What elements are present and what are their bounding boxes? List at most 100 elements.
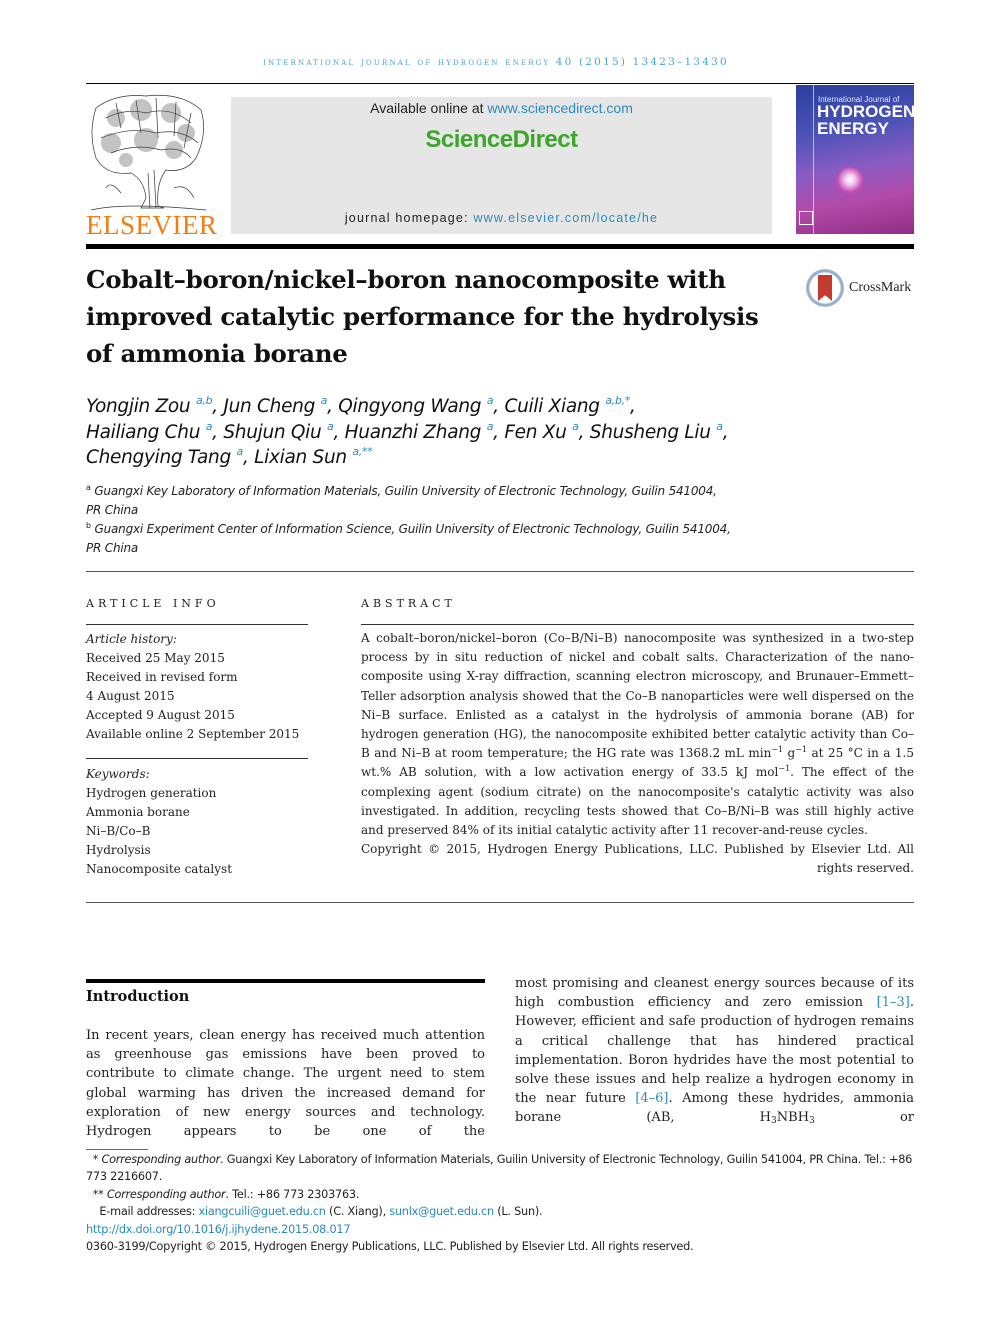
- title-line: Cobalt–boron/nickel–boron nanocomposite …: [86, 265, 726, 294]
- abstract-copyright: Copyright © 2015, Hydrogen Energy Public…: [361, 842, 914, 876]
- abstract-rule: [361, 624, 914, 625]
- footnote-corresponding-2: ** Corresponding author. Tel.: +86 773 2…: [86, 1186, 916, 1203]
- body-text: most promising and cleanest energy sourc…: [515, 976, 914, 1011]
- crossmark-button[interactable]: CrossMark: [806, 269, 916, 309]
- author-affiliation-mark[interactable]: a,**: [352, 445, 372, 458]
- author-name[interactable]: Qingyong Wang: [338, 396, 481, 417]
- available-online-prefix: Available online at: [370, 100, 488, 116]
- body-text: or: [814, 1110, 914, 1126]
- footnote-text: . Tel.: +86 773 2303763.: [225, 1187, 360, 1201]
- body-text: . However, efficient and safe production…: [515, 995, 914, 1107]
- author-affiliation-mark[interactable]: a: [716, 420, 723, 433]
- affiliation-mark: a: [86, 483, 91, 492]
- footnote-label: Corresponding author: [106, 1187, 226, 1201]
- introduction-left-column: In recent years, clean energy has receiv…: [86, 1028, 485, 1140]
- title-line: improved catalytic performance for the h…: [86, 302, 759, 331]
- available-online-line: Available online at www.sciencedirect.co…: [231, 100, 772, 116]
- citation-link[interactable]: [1–3]: [877, 995, 910, 1010]
- affiliation-item: a Guangxi Key Laboratory of Information …: [86, 482, 786, 520]
- affiliation-text: Guangxi Experiment Center of Information…: [94, 522, 731, 536]
- author-name[interactable]: Huanzhi Zhang: [345, 422, 482, 443]
- crossmark-label: CrossMark: [849, 280, 912, 295]
- affiliation-text: Guangxi Key Laboratory of Information Ma…: [94, 484, 717, 498]
- history-item: Accepted 9 August 2015: [86, 708, 235, 722]
- superscript: −1: [778, 764, 791, 774]
- abstract-body: A cobalt–boron/nickel–boron (Co–B/Ni–B) …: [361, 629, 914, 879]
- keyword-item: Ammonia borane: [86, 805, 190, 819]
- article-info-heading: ARTICLE INFO: [86, 597, 220, 610]
- footnote-corresponding-1: * Corresponding author. Guangxi Key Labo…: [86, 1151, 916, 1186]
- abstract-paragraph: A cobalt–boron/nickel–boron (Co–B/Ni–B) …: [361, 629, 914, 840]
- author-affiliation-mark[interactable]: a: [572, 420, 579, 433]
- author-name[interactable]: Fen Xu: [504, 422, 567, 443]
- body-text: NBH: [776, 1110, 810, 1126]
- cover-orb-graphic: [836, 167, 864, 195]
- title-line: of ammonia borane: [86, 339, 348, 368]
- author-affiliation-mark[interactable]: a: [487, 394, 494, 407]
- doi-link[interactable]: http://dx.doi.org/10.1016/j.ijhydene.201…: [86, 1223, 351, 1236]
- author-list: Yongjin Zou a,b, Jun Cheng a, Qingyong W…: [86, 394, 729, 468]
- keyword-item: Hydrogen generation: [86, 786, 217, 800]
- footnote-label: Corresponding author: [101, 1153, 221, 1166]
- introduction-right-column: most promising and cleanest energy sourc…: [515, 974, 914, 1128]
- email-link[interactable]: sunlx@guet.edu.cn: [389, 1205, 494, 1218]
- author-affiliation-mark[interactable]: a: [321, 394, 328, 407]
- article-history-label: Article history:: [86, 632, 177, 646]
- abstract-text: g: [783, 746, 796, 761]
- author-name[interactable]: Shujun Qiu: [223, 422, 321, 443]
- issn-copyright: 0360-3199/Copyright © 2015, Hydrogen Ene…: [86, 1240, 694, 1254]
- sciencedirect-link[interactable]: www.sciencedirect.com: [487, 100, 633, 116]
- keyword-item: Hydrolysis: [86, 843, 151, 857]
- footnote-mark: **: [92, 1187, 107, 1201]
- author-name[interactable]: Shusheng Liu: [590, 422, 711, 443]
- introduction-rule: [86, 979, 485, 983]
- running-head: INTERNATIONAL JOURNAL OF HYDROGEN ENERGY…: [263, 56, 729, 68]
- keywords-rule: [86, 758, 308, 759]
- footnote-emails: E-mail addresses: xiangcuili@guet.edu.cn…: [86, 1203, 916, 1220]
- author-affiliation-mark[interactable]: a: [487, 420, 494, 433]
- email-owner: (L. Sun).: [493, 1205, 543, 1219]
- journal-homepage-link[interactable]: www.elsevier.com/locate/he: [473, 211, 658, 225]
- superscript: −1: [771, 745, 784, 755]
- author-affiliation-mark[interactable]: a,b,*: [605, 394, 630, 407]
- citation-link[interactable]: [4–6]: [635, 1091, 668, 1106]
- top-rule: [86, 83, 914, 84]
- affiliation-mark: b: [86, 521, 91, 530]
- history-item: 4 August 2015: [86, 689, 175, 703]
- cover-title-main: HYDROGEN ENERGY: [817, 103, 914, 137]
- history-item: Received 25 May 2015: [86, 651, 225, 665]
- article-history: Article history: Received 25 May 2015 Re…: [86, 630, 316, 744]
- superscript: −1: [795, 745, 808, 755]
- keywords-list: Keywords: Hydrogen generation Ammonia bo…: [86, 765, 316, 879]
- footnotes: * Corresponding author. Guangxi Key Labo…: [86, 1151, 916, 1255]
- introduction-heading: Introduction: [86, 988, 190, 1005]
- author-name[interactable]: Hailiang Chu: [86, 422, 200, 443]
- author-affiliation-mark[interactable]: a,b: [196, 394, 213, 407]
- author-name[interactable]: Jun Cheng: [223, 396, 315, 417]
- email-label: E-mail addresses:: [99, 1205, 199, 1219]
- author-name[interactable]: Yongjin Zou: [86, 396, 191, 417]
- abstract-heading: ABSTRACT: [361, 597, 456, 610]
- sciencedirect-brand[interactable]: ScienceDirect: [231, 126, 772, 154]
- author-name[interactable]: Cuili Xiang: [504, 396, 600, 417]
- affiliation-text: PR China: [86, 541, 139, 555]
- cover-title-line3: ENERGY: [817, 119, 889, 138]
- affiliation-divider: [86, 571, 914, 572]
- author-affiliation-mark[interactable]: a: [327, 420, 334, 433]
- author-name[interactable]: Lixian Sun: [254, 447, 347, 468]
- article-info-rule: [86, 624, 308, 625]
- cover-publisher-badge-icon: [799, 211, 813, 225]
- author-name[interactable]: Chengying Tang: [86, 447, 231, 468]
- elsevier-wordmark[interactable]: ELSEVIER: [86, 210, 217, 241]
- author-affiliation-mark[interactable]: a: [206, 420, 213, 433]
- journal-cover-image[interactable]: International Journal of HYDROGEN ENERGY: [796, 85, 914, 234]
- article-title: Cobalt–boron/nickel–boron nanocomposite …: [86, 261, 786, 372]
- keyword-item: Nanocomposite catalyst: [86, 862, 233, 876]
- author-affiliation-mark[interactable]: a: [237, 445, 244, 458]
- header-divider: [86, 244, 914, 249]
- history-item: Available online 2 September 2015: [86, 727, 300, 741]
- cover-divider: [813, 85, 814, 234]
- email-link[interactable]: xiangcuili@guet.edu.cn: [199, 1205, 326, 1218]
- affiliation-text: PR China: [86, 503, 139, 517]
- keywords-label: Keywords:: [86, 767, 150, 781]
